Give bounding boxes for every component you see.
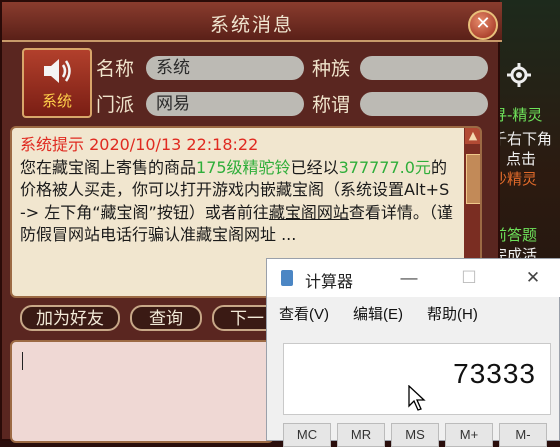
message-part-2: 已经以 [290,157,339,177]
title-field [360,92,488,116]
mc-button[interactable]: MC [283,423,331,447]
game-text-2: 千右下角 [492,130,553,148]
m-plus-button[interactable]: M+ [445,423,493,447]
title-label: 称谓 [312,94,351,116]
sect-field: 网易 [146,92,304,116]
avatar-label: 系统 [41,92,72,110]
sect-label: 门派 [96,94,135,116]
text-caret [22,352,23,370]
name-label: 名称 [96,58,135,80]
menu-edit[interactable]: 编辑(E) [353,303,403,324]
race-field [360,56,488,80]
mouse-cursor-icon [408,385,426,411]
calculator-window: 计算器 — ☐ ✕ 查看(V) 编辑(E) 帮助(H) 73333 MC MR … [266,258,560,447]
race-label: 种族 [312,58,351,80]
display-value: 73333 [453,358,536,389]
mr-button[interactable]: MR [337,423,385,447]
calculator-app-icon [281,270,293,286]
scroll-up-icon[interactable]: ▲ [465,128,480,144]
close-button[interactable]: ✕ [468,10,498,40]
maximize-button[interactable]: ☐ [451,265,487,291]
ms-button[interactable]: MS [391,423,439,447]
speaker-icon [44,59,71,83]
m-minus-button[interactable]: M- [499,423,547,447]
calculator-title: 计算器 [305,274,354,291]
avatar: 系统 [22,48,92,118]
query-button[interactable]: 查询 [130,305,202,331]
name-field: 系统 [146,56,304,80]
message-text: 系统提示 2020/10/13 22:18:22 您在藏宝阁上寄售的商品175级… [20,134,458,247]
calc-close-button[interactable]: ✕ [515,265,551,291]
dialog-titlebar[interactable]: 系统消息 ✕ [2,2,502,42]
message-part-1: 您在藏宝阁上寄售的商品 [20,157,197,177]
gear-icon[interactable] [506,62,532,88]
price-value: 377777.0元 [338,157,431,177]
item-name: 175级精驼铃 [196,157,291,177]
menu-view[interactable]: 查看(V) [279,303,329,324]
calculator-titlebar[interactable]: 计算器 — ☐ ✕ [267,259,560,297]
dialog-title: 系统消息 [209,14,294,36]
message-header: 系统提示 2020/10/13 22:18:22 [20,135,259,154]
game-text-3: 点击 [506,150,537,168]
cbg-website-link[interactable]: 藏宝阁网站 [269,203,349,222]
scroll-thumb[interactable] [466,154,480,204]
menu-help[interactable]: 帮助(H) [427,303,478,324]
reply-input[interactable] [10,340,274,443]
add-friend-button[interactable]: 加为好友 [20,305,120,331]
minimize-button[interactable]: — [391,265,427,291]
